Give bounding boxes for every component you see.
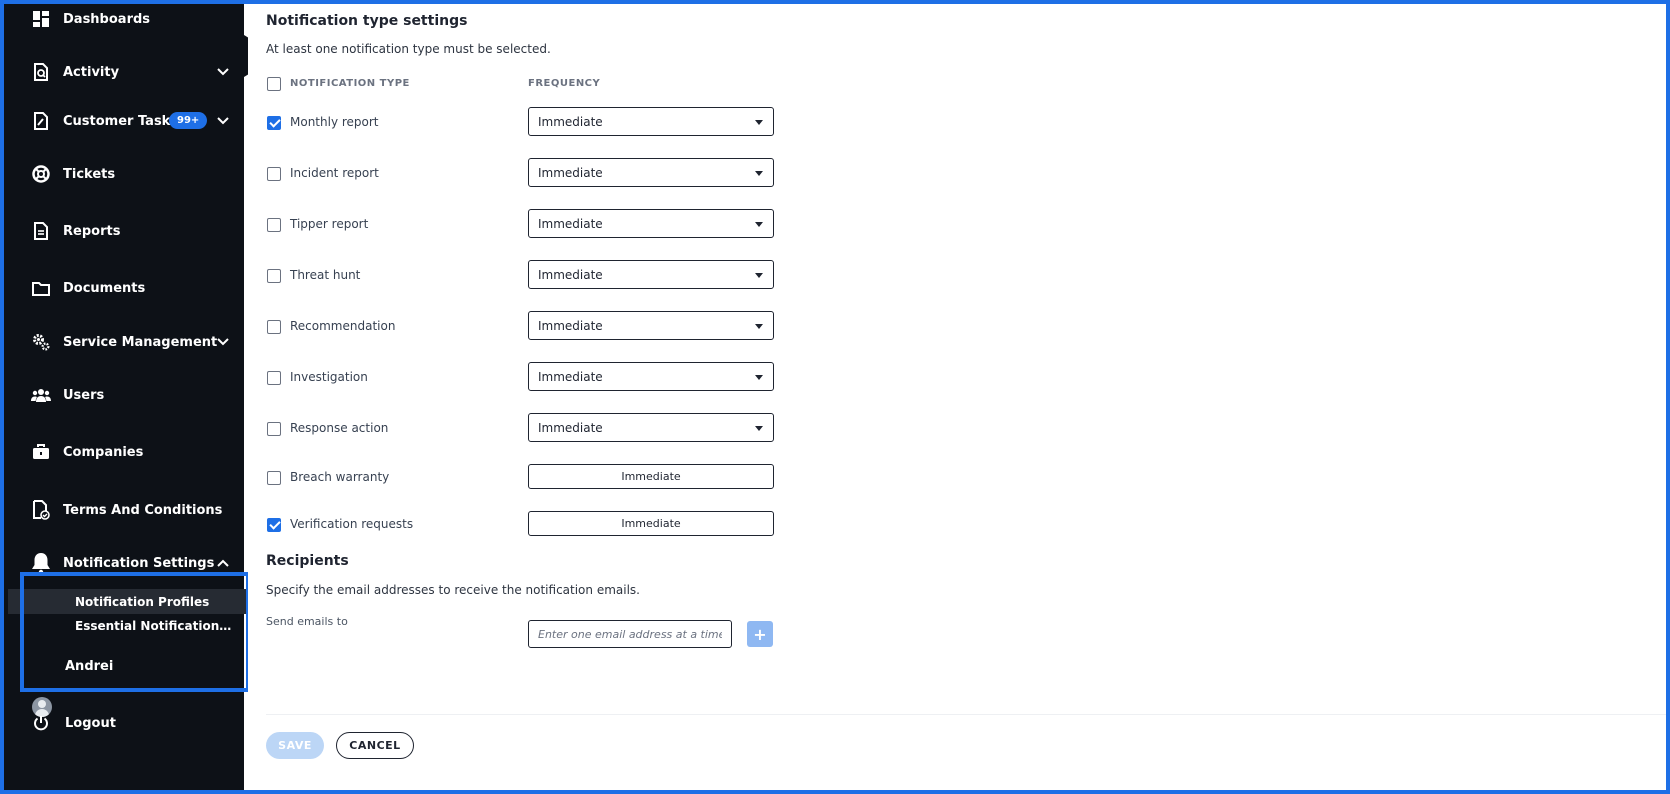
caret-down-icon (755, 273, 763, 278)
sidebar-item-label: Activity (63, 64, 120, 80)
checkbox-recommendation[interactable] (267, 320, 281, 334)
report-icon (31, 221, 51, 241)
checkbox-response-action[interactable] (267, 422, 281, 436)
row-label-threat-hunt: Threat hunt (290, 268, 361, 282)
add-email-button[interactable]: + (747, 621, 773, 647)
send-emails-label: Send emails to (266, 615, 348, 628)
power-icon (31, 713, 51, 733)
gears-icon (31, 332, 51, 352)
frequency-value: Immediate (538, 114, 603, 129)
chevron-up-icon[interactable] (216, 556, 230, 570)
frequency-select-monthly-report[interactable]: Immediate (528, 107, 774, 136)
column-header-type: NOTIFICATION TYPE (290, 78, 410, 89)
checkbox-monthly-report[interactable] (267, 116, 281, 130)
footer-divider (266, 714, 1666, 715)
checkbox-incident-report[interactable] (267, 167, 281, 181)
tasks-count-badge: 99+ (169, 112, 208, 129)
row-label-tipper-report: Tipper report (290, 217, 369, 231)
sidebar-item-label: Notification Settings (63, 555, 215, 571)
sidebar-item-label: Companies (63, 444, 144, 460)
checkbox-investigation[interactable] (267, 371, 281, 385)
sidebar-item-terms-and-conditions[interactable]: Terms And Conditions (4, 490, 244, 530)
sidebar-item-companies[interactable]: Companies (4, 432, 244, 472)
chevron-down-icon[interactable] (216, 114, 230, 128)
sidebar-item-label: Users (63, 387, 105, 403)
document-check-icon (31, 500, 51, 520)
frequency-select-recommendation[interactable]: Immediate (528, 311, 774, 340)
sidebar-item-label: Reports (63, 223, 121, 239)
chevron-down-icon[interactable] (216, 335, 230, 349)
row-label-recommendation: Recommendation (290, 319, 396, 333)
sidebar-item-documents[interactable]: Documents (4, 268, 244, 308)
briefcase-icon (31, 442, 51, 462)
sidebar-item-service-management[interactable]: Service Management (4, 322, 244, 362)
recipients-note: Specify the email addresses to receive t… (266, 583, 640, 597)
frequency-value: Immediate (538, 318, 603, 333)
row-label-response-action: Response action (290, 421, 389, 435)
frequency-value: Immediate (538, 420, 603, 435)
frequency-select-investigation[interactable]: Immediate (528, 362, 774, 391)
checkbox-breach-warranty[interactable] (267, 471, 281, 485)
sidebar-item-label: Service Management (63, 334, 218, 350)
sidebar-item-label: Documents (63, 280, 146, 296)
sidebar-item-activity[interactable]: Activity (4, 52, 244, 92)
row-label-verification-requests: Verification requests (290, 517, 414, 531)
caret-down-icon (755, 375, 763, 380)
sidebar-item-dashboards[interactable]: Dashboards (4, 4, 244, 39)
frequency-select-threat-hunt[interactable]: Immediate (528, 260, 774, 289)
main-content: Notification type settings At least one … (248, 4, 1666, 790)
frequency-select-incident-report[interactable]: Immediate (528, 158, 774, 187)
column-header-frequency: FREQUENCY (528, 78, 601, 89)
sidebar-item-tickets[interactable]: Tickets (4, 154, 244, 194)
recipients-title: Recipients (266, 553, 349, 569)
logout-button[interactable]: Logout (4, 703, 244, 743)
frequency-select-tipper-report[interactable]: Immediate (528, 209, 774, 238)
chevron-down-icon[interactable] (216, 65, 230, 79)
sidebar-item-reports[interactable]: Reports (4, 211, 244, 251)
activity-icon (31, 62, 51, 82)
select-all-checkbox[interactable] (267, 77, 281, 91)
user-name: Andrei (65, 658, 114, 674)
sidebar: Dashboards Activity Customer Tasks 99+ T… (4, 4, 250, 790)
frequency-value: Immediate (538, 216, 603, 231)
row-label-incident-report: Incident report (290, 166, 379, 180)
frequency-value: Immediate (538, 369, 603, 384)
sidebar-item-label: Terms And Conditions (63, 502, 223, 518)
sidebar-item-label: Dashboards (63, 11, 151, 27)
frequency-value: Immediate (538, 267, 603, 282)
tasks-icon (31, 111, 51, 131)
sidebar-item-user[interactable]: Andrei (4, 646, 244, 686)
cancel-button[interactable]: CANCEL (336, 732, 414, 759)
section-title: Notification type settings (266, 13, 468, 29)
save-button[interactable]: SAVE (266, 732, 324, 759)
caret-down-icon (755, 120, 763, 125)
frequency-button-breach-warranty[interactable]: Immediate (528, 464, 774, 489)
sidebar-item-label: Customer Tasks (63, 113, 179, 129)
caret-down-icon (755, 171, 763, 176)
app-window: Dashboards Activity Customer Tasks 99+ T… (0, 0, 1670, 794)
sidebar-item-label: Tickets (63, 166, 116, 182)
users-icon (31, 385, 51, 405)
sidebar-item-users[interactable]: Users (4, 375, 244, 415)
frequency-button-verification-requests[interactable]: Immediate (528, 511, 774, 536)
row-label-monthly-report: Monthly report (290, 115, 379, 129)
email-input[interactable] (528, 620, 732, 648)
caret-down-icon (755, 222, 763, 227)
lifebuoy-icon (31, 164, 51, 184)
row-label-breach-warranty: Breach warranty (290, 470, 390, 484)
row-label-investigation: Investigation (290, 370, 368, 384)
frequency-select-response-action[interactable]: Immediate (528, 413, 774, 442)
frequency-value: Immediate (538, 165, 603, 180)
sidebar-item-customer-tasks[interactable]: Customer Tasks 99+ (4, 101, 244, 141)
caret-down-icon (755, 324, 763, 329)
dashboard-icon (31, 9, 51, 29)
checkbox-verification-requests[interactable] (267, 518, 281, 532)
logout-label: Logout (65, 715, 116, 731)
caret-down-icon (755, 426, 763, 431)
checkbox-tipper-report[interactable] (267, 218, 281, 232)
checkbox-threat-hunt[interactable] (267, 269, 281, 283)
folder-icon (31, 278, 51, 298)
section-note: At least one notification type must be s… (266, 42, 551, 56)
